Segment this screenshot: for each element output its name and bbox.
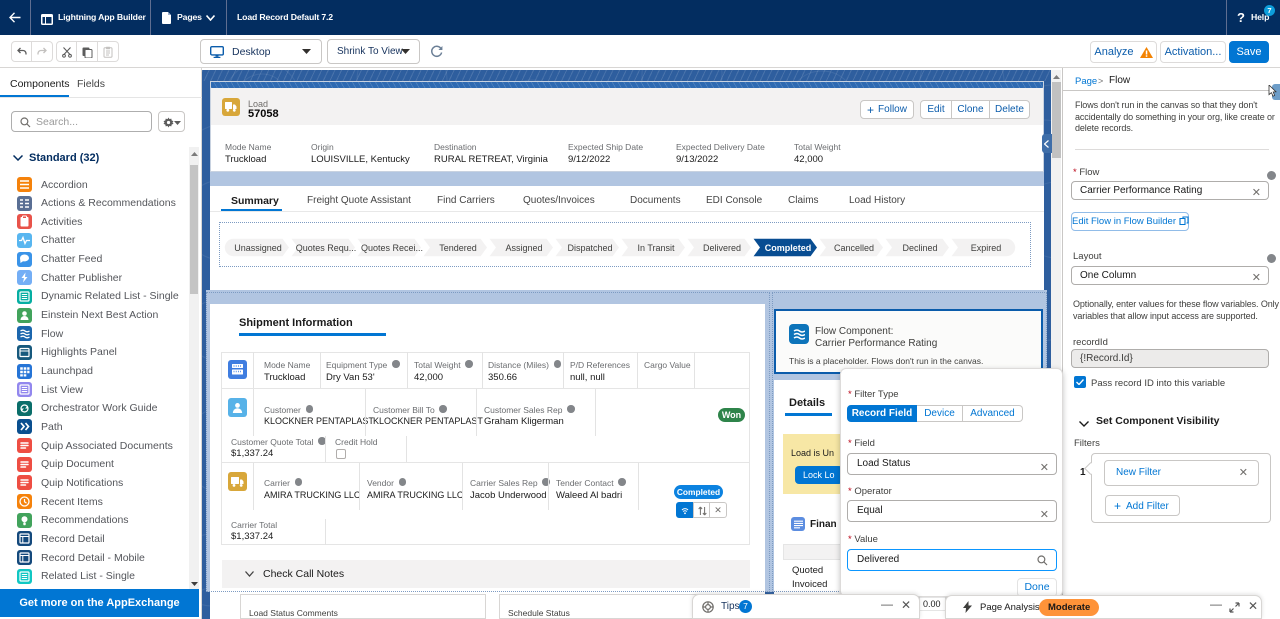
svg-text:Completed: Completed <box>765 243 812 253</box>
svg-text:Delivered: Delivered <box>703 243 741 253</box>
svg-text:Unassigned: Unassigned <box>234 243 282 253</box>
svg-text:Quotes Recei...: Quotes Recei... <box>361 243 423 253</box>
svg-text:Quotes Requ...: Quotes Requ... <box>296 243 357 253</box>
svg-text:In Transit: In Transit <box>637 243 675 253</box>
svg-text:Cancelled: Cancelled <box>834 243 874 253</box>
svg-text:Assigned: Assigned <box>505 243 542 253</box>
svg-text:Declined: Declined <box>902 243 937 253</box>
svg-text:Dispatched: Dispatched <box>567 243 612 253</box>
svg-text:Expired: Expired <box>971 243 1002 253</box>
svg-text:Tendered: Tendered <box>439 243 477 253</box>
